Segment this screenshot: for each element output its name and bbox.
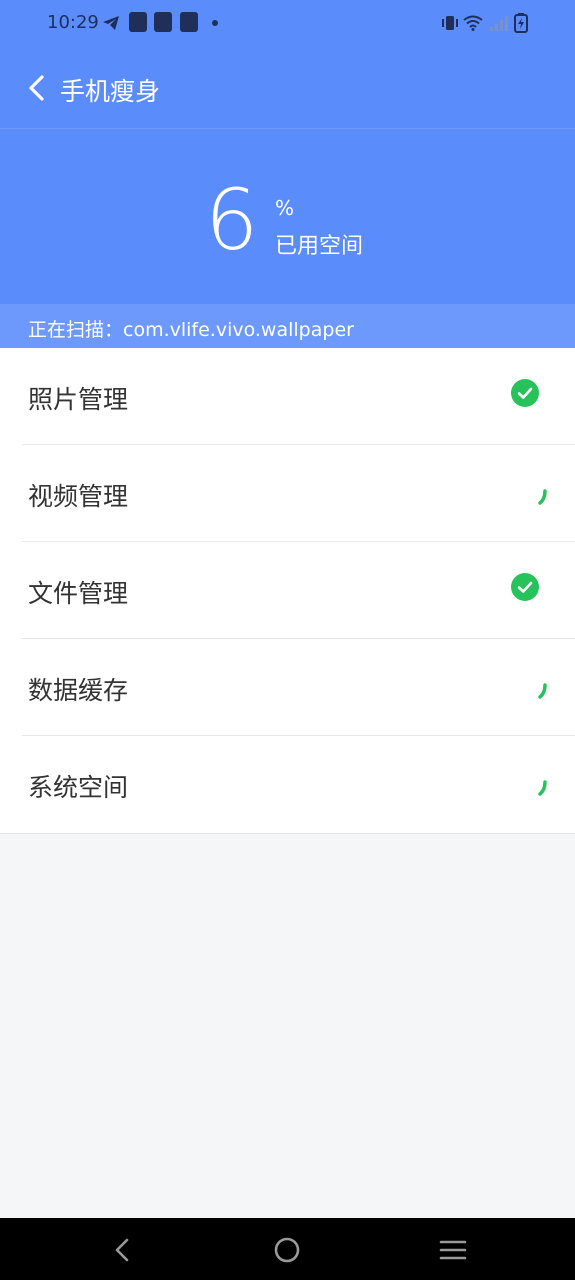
signal-icon <box>489 12 509 34</box>
battery-charging-icon <box>514 12 528 34</box>
bag-icon <box>129 12 147 32</box>
check-circle-icon <box>511 379 539 407</box>
spinner-icon <box>536 776 550 800</box>
status-time: 10:29 <box>47 12 99 33</box>
telegram-icon <box>101 12 121 34</box>
app-bar: 手机瘦身 <box>0 56 575 120</box>
storage-used-label: 已用空间 <box>275 234 364 259</box>
wifi-icon <box>463 12 483 34</box>
spinner-icon <box>536 679 550 703</box>
storage-percent-unit: % <box>275 196 295 220</box>
nav-menu-icon[interactable] <box>438 1235 468 1265</box>
list-item-files[interactable]: 文件管理 <box>0 542 575 639</box>
list-item-label: 数据缓存 <box>28 676 129 705</box>
status-bar: 10:29 <box>0 0 575 48</box>
spinner-icon <box>536 485 550 509</box>
header-panel: 10:29 手机瘦身 6 % 已用空间 正在扫描：com.vlife.vivo.… <box>0 0 575 348</box>
scan-status-text: 正在扫描：com.vlife.vivo.wallpaper <box>28 319 354 341</box>
header-divider <box>0 128 575 129</box>
list-item-photos[interactable]: 照片管理 <box>0 348 575 445</box>
page-title: 手机瘦身 <box>60 77 161 106</box>
list-item-label: 照片管理 <box>28 385 129 414</box>
bag-icon <box>180 12 198 32</box>
list-item-videos[interactable]: 视频管理 <box>0 445 575 542</box>
storage-percent-value: 6 <box>205 171 259 269</box>
vibrate-icon <box>440 12 460 34</box>
dot-icon <box>212 20 218 26</box>
list-item-label: 系统空间 <box>28 773 129 802</box>
list-item-data-cache[interactable]: 数据缓存 <box>0 639 575 736</box>
nav-back-icon[interactable] <box>108 1235 138 1265</box>
check-circle-icon <box>511 573 539 601</box>
system-navigation-bar <box>0 1218 575 1280</box>
list-item-label: 视频管理 <box>28 482 129 511</box>
cleanup-list: 照片管理 视频管理 文件管理 数据缓存 系统空间 <box>0 348 575 834</box>
nav-home-icon[interactable] <box>272 1235 302 1265</box>
list-item-system-space[interactable]: 系统空间 <box>0 736 575 833</box>
bag-icon <box>154 12 172 32</box>
scan-status-bar: 正在扫描：com.vlife.vivo.wallpaper <box>0 304 575 348</box>
back-button[interactable] <box>22 70 54 106</box>
list-item-label: 文件管理 <box>28 579 129 608</box>
